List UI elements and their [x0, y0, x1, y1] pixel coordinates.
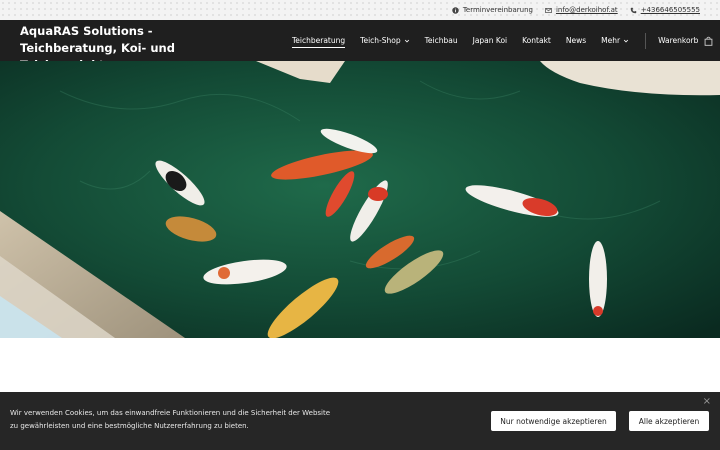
nav-japan-koi[interactable]: Japan Koi: [473, 36, 508, 45]
nav-warenkorb-label: Warenkorb: [658, 36, 699, 45]
main-nav: Teichberatung Teich-Shop Teichbau Japan …: [292, 20, 720, 61]
nav-news[interactable]: News: [566, 36, 586, 45]
phone-number: +436646505555: [640, 6, 700, 14]
site-header: AquaRAS Solutions - Teichberatung, Koi- …: [0, 20, 720, 72]
nav-warenkorb[interactable]: Warenkorb: [658, 36, 713, 46]
close-icon[interactable]: ×: [703, 396, 711, 407]
chevron-down-icon: [623, 39, 629, 42]
nav-divider: [645, 32, 647, 49]
phone-icon: [630, 7, 636, 13]
cookie-banner: Wir verwenden Cookies, um das einwandfre…: [0, 392, 720, 450]
shopping-bag-icon: [705, 36, 713, 46]
top-utility-bar: Terminvereinbarung info@derkoihof.at +43…: [0, 0, 720, 20]
hero-koi-pond-image: [0, 61, 720, 338]
nav-teich-shop[interactable]: Teich-Shop: [360, 36, 409, 45]
necessary-cookies-button[interactable]: Nur notwendige akzeptieren: [491, 411, 616, 431]
nav-mehr[interactable]: Mehr: [601, 36, 629, 45]
chevron-down-icon: [404, 39, 409, 42]
nav-teich-shop-label: Teich-Shop: [360, 36, 401, 45]
nav-kontakt[interactable]: Kontakt: [522, 36, 551, 45]
nav-teichbau[interactable]: Teichbau: [425, 36, 458, 45]
accept-all-cookies-button[interactable]: Alle akzeptieren: [629, 411, 709, 431]
nav-teichberatung[interactable]: Teichberatung: [292, 33, 346, 48]
koi-pond-illustration: [0, 61, 720, 338]
nav-mehr-label: Mehr: [601, 36, 621, 45]
info-circle-icon: [452, 6, 459, 14]
cookie-text: Wir verwenden Cookies, um das einwandfre…: [10, 409, 331, 430]
email-address: info@derkoihof.at: [555, 6, 618, 14]
email-link[interactable]: info@derkoihof.at: [545, 6, 618, 14]
appointment-link[interactable]: Terminvereinbarung: [452, 6, 533, 14]
envelope-icon: [545, 7, 552, 13]
appointment-label: Terminvereinbarung: [462, 6, 533, 14]
phone-link[interactable]: +436646505555: [630, 6, 700, 14]
